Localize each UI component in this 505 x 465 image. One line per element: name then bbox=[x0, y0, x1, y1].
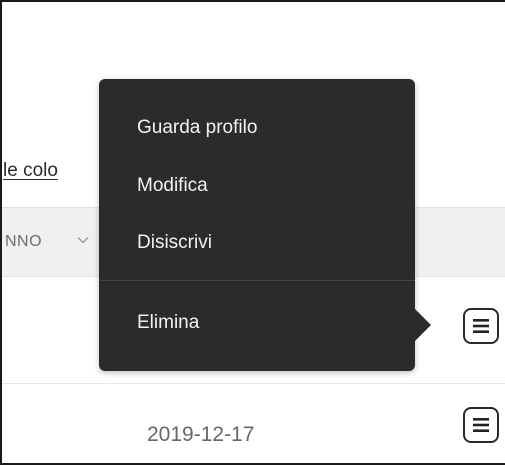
row-menu-button[interactable] bbox=[463, 308, 499, 344]
menu-item-unsubscribe[interactable]: Disiscrivi bbox=[137, 232, 212, 254]
chevron-down-icon[interactable] bbox=[77, 234, 89, 246]
row-divider bbox=[2, 383, 505, 384]
row-menu-button[interactable] bbox=[463, 407, 499, 443]
menu-item-delete[interactable]: Elimina bbox=[137, 312, 199, 334]
menu-item-view-profile[interactable]: Guarda profilo bbox=[137, 117, 257, 139]
columns-link[interactable]: le colo bbox=[3, 160, 58, 182]
hamburger-menu-icon bbox=[473, 418, 489, 432]
column-header-year[interactable]: NNO bbox=[5, 233, 42, 251]
menu-divider bbox=[99, 280, 415, 281]
hamburger-menu-icon bbox=[473, 319, 489, 333]
context-menu: Guarda profilo Modifica Disiscrivi Elimi… bbox=[99, 79, 415, 371]
table-cell-date: 2019-12-17 bbox=[147, 423, 255, 446]
menu-item-edit[interactable]: Modifica bbox=[137, 175, 208, 197]
menu-pointer-arrow bbox=[413, 307, 431, 343]
